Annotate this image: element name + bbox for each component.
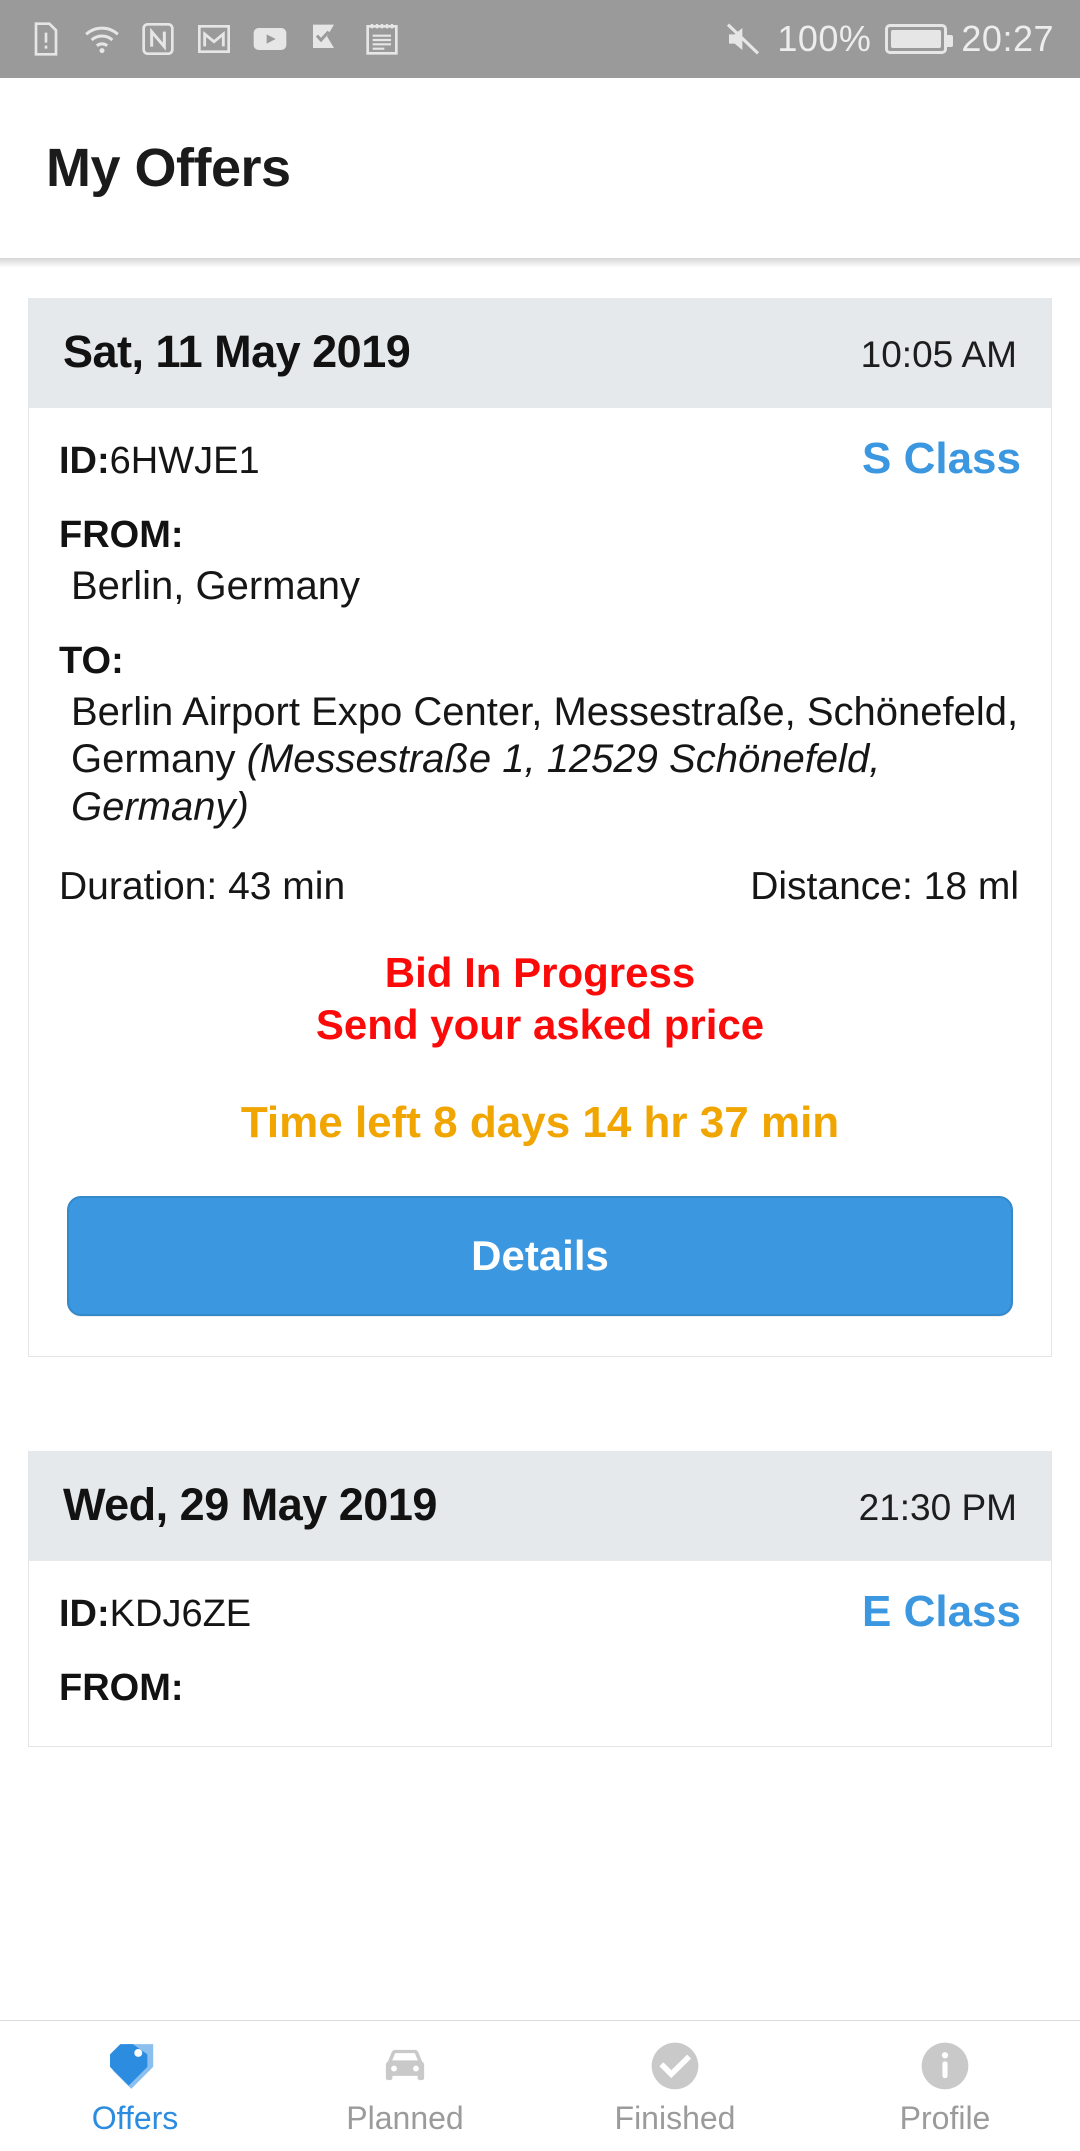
nav-tab-planned[interactable]: Planned [270,2038,540,2134]
offer-date: Sat, 11 May 2019 [63,326,411,377]
nav-tab-label: Offers [91,2100,179,2136]
nfc-icon [142,23,174,56]
battery-full-icon [885,24,954,54]
offer-id-value: KDJ6ZE [109,1592,252,1635]
nav-tab-label: Planned [346,2100,464,2136]
offers-list[interactable]: Sat, 11 May 2019 10:05 AM ID:6HWJE1 S Cl… [0,268,1080,2020]
offer-card-body: ID:6HWJE1 S Class FROM: Berlin, Germany … [29,408,1051,1148]
details-button[interactable]: Details [67,1195,1013,1316]
offer-from-label: FROM: [59,1666,184,1709]
clock-label: 20:27 [961,18,1054,59]
offer-status-message: Bid In Progress Send your asked price [59,947,1021,1052]
offer-time: 21:30 PM [858,1486,1017,1528]
offer-actions: Details [29,1148,1051,1356]
offer-id-row: ID:6HWJE1 S Class [59,434,1021,484]
youtube-icon [253,28,287,50]
app-root: 100% 20:27 My Offers Sat, 11 May 2019 10… [0,0,1080,2151]
price-tag-icon [105,2038,165,2094]
offer-class-badge: E Class [862,1586,1021,1636]
offer-from-value: Berlin, Germany [71,564,360,608]
offer-id-row: ID:KDJ6ZE E Class [59,1587,1021,1637]
offer-status-line-1: Bid In Progress [384,948,696,996]
info-circle-icon [915,2038,975,2094]
offer-card[interactable]: Sat, 11 May 2019 10:05 AM ID:6HWJE1 S Cl… [28,298,1052,1357]
volume-mute-icon [727,23,760,55]
offer-countdown: Time left 8 days 14 hr 37 min [240,1097,840,1147]
offer-date: Wed, 29 May 2019 [63,1478,437,1530]
offer-from-label: FROM: [59,514,184,556]
nav-tab-label: Finished [614,2100,736,2136]
sim-alert-icon [34,22,58,56]
offer-distance: Distance: 18 ml [750,864,1019,908]
card-bottom-spacer [59,1710,1021,1746]
app-bar: My Offers [0,78,1080,268]
offer-card-header: Wed, 29 May 2019 21:30 PM [29,1450,1051,1561]
status-bar: 100% 20:27 [0,0,1080,78]
offer-card-header: Sat, 11 May 2019 10:05 AM [29,298,1051,408]
offer-id: ID:KDJ6ZE [59,1593,251,1636]
status-bar-right: 100% 20:27 [723,19,1054,59]
check-circle-icon [645,2038,705,2094]
wifi-icon [85,26,119,54]
offer-card-body: ID:KDJ6ZE E Class FROM: [29,1560,1051,1746]
bottom-navigation: Offers Planned Finished Profile [0,2020,1080,2151]
nav-tab-label: Profile [899,2100,991,2136]
car-icon [375,2038,435,2094]
battery-percent-label: 100% [777,18,872,59]
calendar-notes-icon [366,24,398,55]
status-bar-left-icons [26,19,402,59]
offer-id: ID:6HWJE1 [59,440,260,483]
offer-duration: Duration: 43 min [59,864,346,908]
offer-metrics: Duration: 43 min Distance: 18 ml [59,865,1021,909]
nav-tab-offers[interactable]: Offers [0,2038,270,2134]
tick-flag-icon [313,24,334,48]
nav-tab-finished[interactable]: Finished [540,2038,810,2134]
offer-id-label: ID: [59,440,110,482]
gmail-icon [198,25,231,53]
offer-id-label: ID: [59,1592,110,1635]
offer-time: 10:05 AM [860,334,1017,375]
offer-status-line-2: Send your asked price [315,1001,765,1049]
offer-card[interactable]: Wed, 29 May 2019 21:30 PM ID:KDJ6ZE E Cl… [28,1450,1052,1747]
offer-to-label: TO: [59,640,124,683]
nav-tab-profile[interactable]: Profile [810,2038,1080,2134]
page-title: My Offers [46,138,291,198]
offer-class-badge: S Class [862,434,1021,483]
offer-to-value: Berlin Airport Expo Center, Messestraße,… [59,689,1021,831]
offer-id-value: 6HWJE1 [109,440,260,482]
